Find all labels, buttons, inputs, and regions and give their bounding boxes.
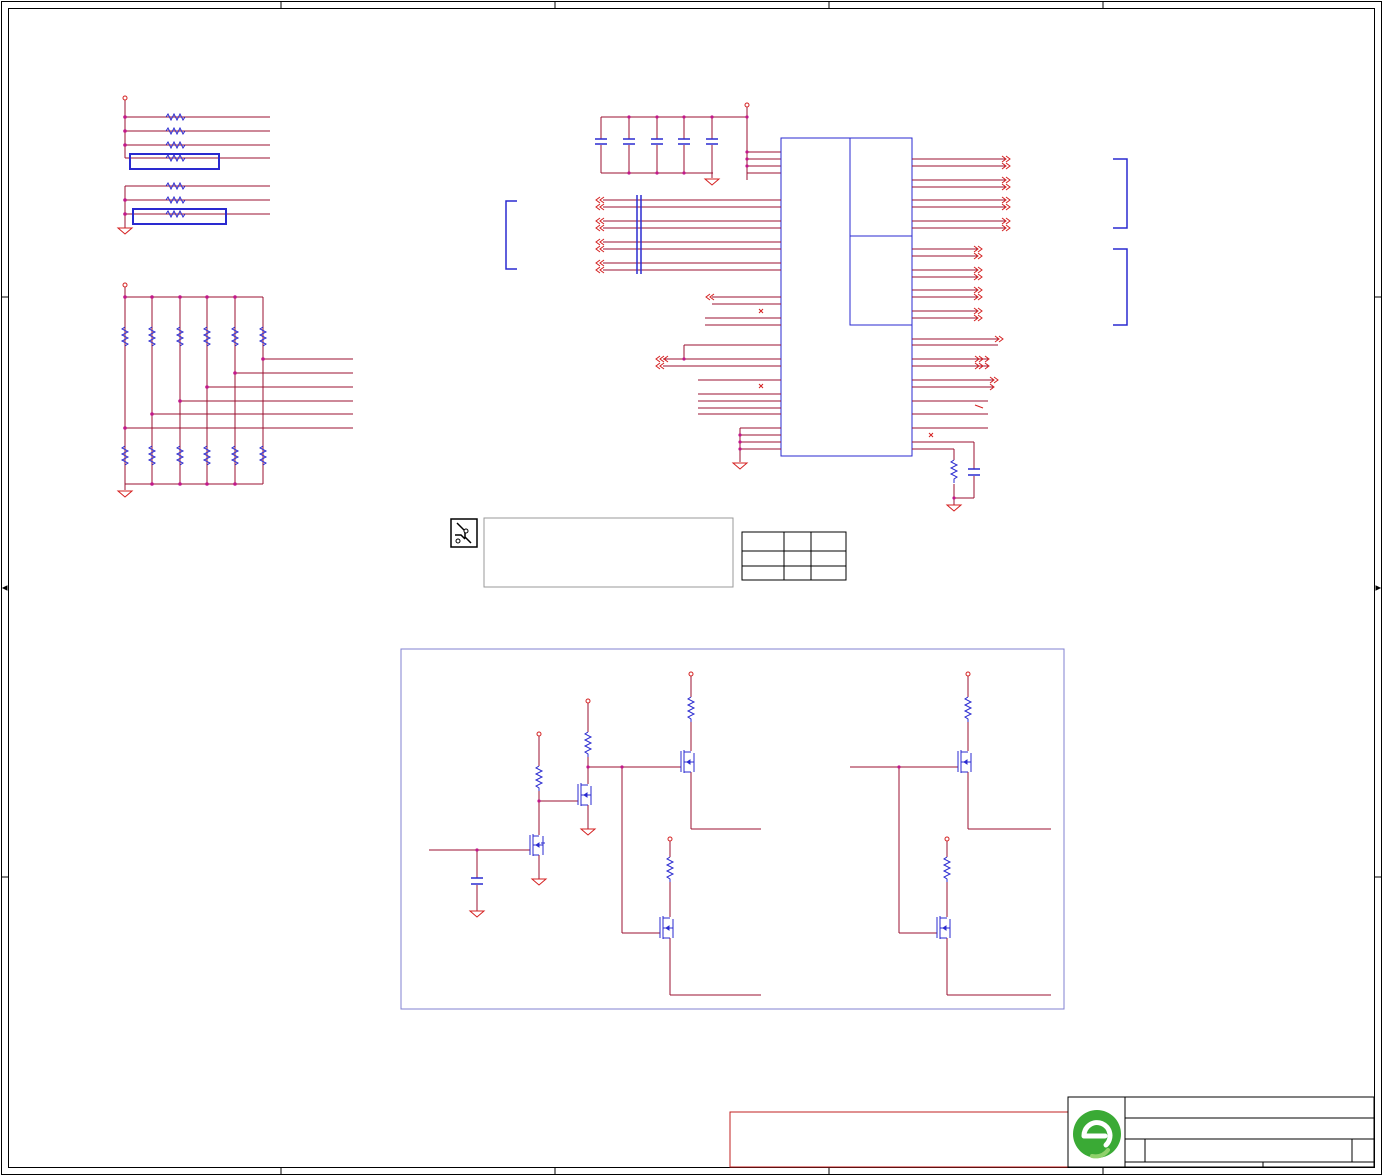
info-table (741, 531, 847, 581)
net-flags-left (595, 196, 715, 370)
ic-left-junctions (682, 357, 742, 451)
ic-right-nets (912, 158, 1005, 505)
ic-ground-symbol (731, 462, 749, 470)
mosfet-symbols (529, 750, 972, 939)
right-ground-symbol (945, 504, 963, 512)
bus-bracket-left (505, 200, 517, 270)
right-passives (949, 459, 980, 483)
ladder-junctions (123, 295, 265, 486)
right-junctions (952, 496, 956, 500)
driver-resistors (471, 696, 973, 885)
net-flags-right (973, 155, 1011, 409)
junctions-top (123, 115, 127, 216)
no-connect-marks (758, 308, 934, 438)
ic-left-nets (603, 199, 781, 462)
schematic-sheet (1, 1, 1382, 1175)
main-ic (780, 137, 913, 457)
resistor-ladder (124, 287, 353, 490)
pcb-trace-icon (450, 518, 478, 548)
driver-power-symbols (468, 671, 971, 918)
company-logo-icon (1073, 1110, 1121, 1159)
note-box (483, 517, 734, 588)
ladder-resistors (120, 326, 268, 466)
driver-wires (429, 676, 1051, 996)
bus-brackets-right (1113, 158, 1128, 326)
cap-junctions (627, 115, 749, 175)
cap-plates (595, 138, 718, 145)
sheet-border (1, 1, 1382, 1175)
revision-note-box (729, 1111, 1069, 1168)
